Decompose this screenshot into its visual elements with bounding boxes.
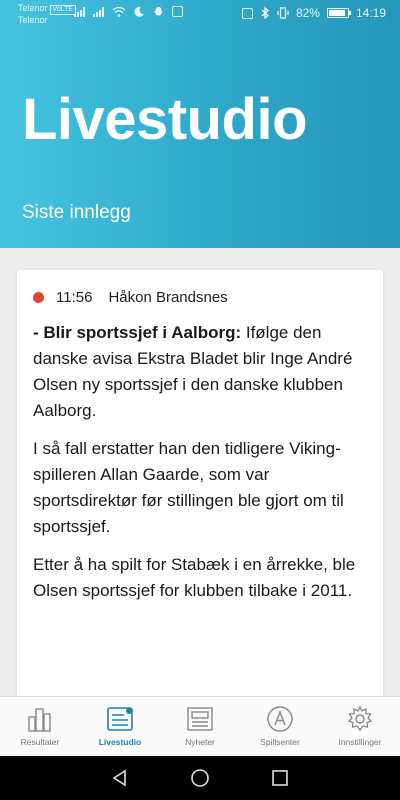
tab-label: Innstillinger bbox=[338, 737, 382, 747]
post-body: - Blir sportssjef i Aalborg: Ifølge den … bbox=[33, 320, 373, 616]
battery-percent: 82% bbox=[295, 6, 320, 20]
newspaper-icon bbox=[187, 707, 213, 731]
gear-icon bbox=[347, 705, 373, 732]
tab-label: Spillsenter bbox=[260, 737, 300, 747]
mail-icon bbox=[172, 6, 183, 17]
volte-badge: VoLTE bbox=[49, 5, 77, 15]
spillsenter-icon bbox=[267, 706, 293, 732]
clock: 14:19 bbox=[355, 6, 386, 20]
back-icon[interactable] bbox=[111, 769, 129, 787]
post-time: 11:56 bbox=[56, 289, 93, 306]
header: Telenor VoLTE Telenor 82% 14:19 Livestudi… bbox=[0, 0, 400, 248]
live-post-card[interactable]: 11:56 Håkon Brandsnes - Blir sportssjef … bbox=[17, 270, 383, 710]
post-paragraph: - Blir sportssjef i Aalborg: Ifølge den … bbox=[33, 320, 373, 424]
tab-resultater[interactable]: Resultater bbox=[0, 697, 80, 756]
livestudio-icon bbox=[107, 707, 133, 731]
bottom-tab-bar: Resultater Livestudio Nyheter Spillsente… bbox=[0, 696, 400, 756]
vibrate-icon bbox=[277, 7, 289, 19]
tab-innstillinger[interactable]: Innstillinger bbox=[320, 697, 400, 756]
system-nav-bar bbox=[0, 756, 400, 800]
live-indicator-icon bbox=[33, 292, 44, 303]
post-meta: 11:56 Håkon Brandsnes bbox=[33, 289, 228, 306]
tab-label: Livestudio bbox=[98, 737, 142, 747]
recents-icon[interactable] bbox=[271, 769, 289, 787]
moon-icon bbox=[134, 6, 144, 17]
section-subtitle: Siste innlegg bbox=[22, 202, 131, 223]
signal-2-icon bbox=[93, 7, 104, 17]
tab-label: Resultater bbox=[20, 737, 60, 747]
home-icon[interactable] bbox=[191, 769, 209, 787]
wifi-icon bbox=[112, 6, 126, 17]
bar-chart-icon bbox=[28, 708, 51, 732]
status-left-icons bbox=[74, 6, 183, 17]
tab-label: Nyheter bbox=[185, 737, 215, 747]
carrier-2: Telenor bbox=[18, 15, 48, 25]
tab-nyheter[interactable]: Nyheter bbox=[160, 697, 240, 756]
nfc-icon bbox=[241, 7, 253, 19]
post-paragraph: Etter å ha spilt for Stabæk i en årrekke… bbox=[33, 555, 356, 600]
carrier-1: Telenor bbox=[18, 3, 48, 13]
carrier-info: Telenor VoLTE Telenor bbox=[18, 3, 77, 25]
status-bar: Telenor VoLTE Telenor 82% 14:19 bbox=[0, 0, 400, 30]
signal-icon bbox=[74, 7, 85, 17]
battery-icon bbox=[326, 8, 351, 18]
snapchat-icon bbox=[154, 7, 163, 16]
status-right: 82% 14:19 bbox=[241, 6, 386, 20]
post-lead: - Blir sportssjef i Aalborg: bbox=[33, 323, 242, 342]
tab-livestudio[interactable]: Livestudio bbox=[80, 697, 160, 756]
bluetooth-icon bbox=[261, 7, 269, 19]
tab-spillsenter[interactable]: Spillsenter bbox=[240, 697, 320, 756]
page-title: Livestudio bbox=[22, 87, 308, 152]
post-paragraph: I så fall erstatter han den tidligere Vi… bbox=[33, 439, 344, 536]
post-author: Håkon Brandsnes bbox=[108, 289, 228, 306]
